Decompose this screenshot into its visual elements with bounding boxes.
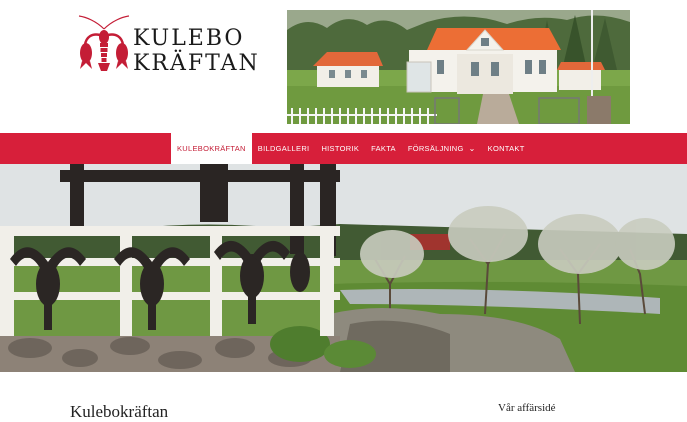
nav-item-forsaljning-label: FÖRSÄLJNING [407, 144, 464, 153]
nav-item-historik[interactable]: HISTORIK [315, 133, 365, 164]
site-logo[interactable]: KULEBO KRÄFTAN [78, 13, 268, 76]
sidebar-title: Vår affärsidé [498, 402, 556, 414]
crayfish-logo-icon [78, 15, 130, 71]
hero-garden-photo [0, 164, 687, 372]
brand-line-1: KULEBO [133, 26, 245, 51]
nav-item-bildgalleri[interactable]: BILDGALLERI [252, 133, 316, 164]
site-header: KULEBO KRÄFTAN [0, 0, 687, 133]
brand-name: KULEBO KRÄFTAN [133, 26, 260, 76]
page-title: Kulebokräftan [70, 402, 169, 421]
brand-line-2: KRÄFTAN [133, 51, 260, 76]
nav-item-forsaljning[interactable]: FÖRSÄLJNING ⌄ [402, 133, 482, 164]
chevron-down-icon: ⌄ [468, 144, 476, 153]
main-navigation: KULEBOKRÄFTAN BILDGALLERI HISTORIK FAKTA… [0, 133, 687, 164]
nav-item-kulebokraftan[interactable]: KULEBOKRÄFTAN [171, 133, 252, 164]
header-house-photo [287, 10, 630, 124]
nav-item-fakta[interactable]: FAKTA [365, 133, 402, 164]
nav-item-kontakt[interactable]: KONTAKT [482, 133, 531, 164]
nav-menu: KULEBOKRÄFTAN BILDGALLERI HISTORIK FAKTA… [171, 133, 531, 164]
